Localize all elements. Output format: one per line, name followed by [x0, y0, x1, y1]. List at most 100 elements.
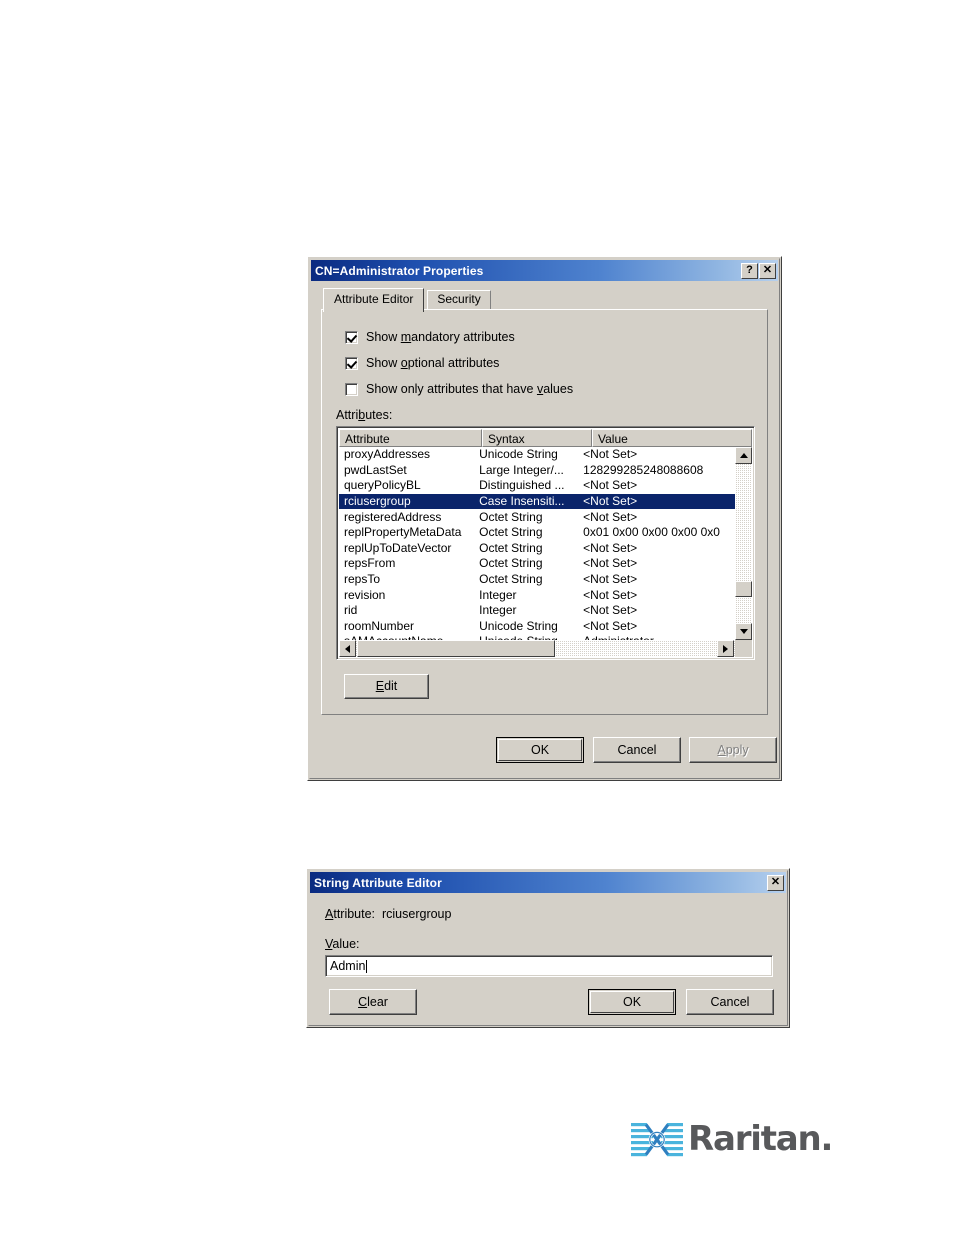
cell-attribute: rciusergroup [344, 494, 411, 509]
table-row[interactable]: pwdLastSet Large Integer/... 1282992852480… [339, 463, 735, 479]
checkbox-show-only-with-values[interactable]: Show only attributes that have values [345, 383, 573, 396]
cell-syntax: Integer [479, 587, 517, 602]
cell-attribute: repsFrom [344, 556, 396, 571]
cell-attribute: proxyAddresses [344, 447, 431, 462]
cell-attribute: roomNumber [344, 618, 415, 633]
string-attribute-editor-dialog: String Attribute Editor ✕ Attribute: rci… [306, 868, 790, 1028]
table-row[interactable]: registeredAddress Octet String <Not Set> [339, 509, 735, 525]
scroll-down-button[interactable] [735, 623, 752, 640]
table-row[interactable]: queryPolicyBL Distinguished ... <Not Set> [339, 478, 735, 494]
cell-value: 128299285248088608 [583, 462, 704, 477]
attribute-name-value: rciusergroup [381, 907, 452, 921]
cell-attribute: registeredAddress [344, 509, 442, 524]
cell-value: <Not Set> [583, 540, 638, 555]
cell-attribute: repsTo [344, 572, 381, 587]
properties-tabstrip: Attribute Editor Security [323, 287, 491, 312]
cell-syntax: Large Integer/... [479, 462, 564, 477]
attribute-name-label: Attribute: rciusergroup [325, 907, 452, 921]
cell-attribute: queryPolicyBL [344, 478, 421, 493]
attributes-listview[interactable]: Attribute Syntax Value proxyAddresses Uni… [336, 426, 755, 660]
cell-syntax: Integer [479, 603, 517, 618]
table-row[interactable]: repsTo Octet String <Not Set> [339, 572, 735, 588]
properties-titlebar[interactable]: CN=Administrator Properties ? ✕ [311, 260, 778, 281]
table-row[interactable]: rid Integer <Not Set> [339, 603, 735, 619]
raritan-wordmark: Raritan. [688, 1119, 833, 1159]
checkbox-label-optional: Show optional attributes [366, 356, 500, 371]
column-header-attribute[interactable]: Attribute [339, 429, 482, 447]
cell-attribute: revision [344, 587, 386, 602]
cell-syntax: Octet String [479, 509, 543, 524]
ok-button[interactable]: OK [496, 737, 584, 763]
close-icon[interactable]: ✕ [767, 874, 784, 891]
chevron-down-icon [739, 629, 748, 634]
table-row[interactable]: repsFrom Octet String <Not Set> [339, 556, 735, 572]
checkbox-label-only-with-values: Show only attributes that have values [366, 382, 574, 397]
text-caret [366, 959, 368, 973]
horizontal-scroll-thumb[interactable] [357, 640, 555, 657]
checkbox-show-mandatory[interactable]: Show mandatory attributes [345, 331, 515, 344]
apply-button[interactable]: Apply [689, 737, 777, 763]
checkbox-box-mandatory[interactable] [345, 331, 358, 344]
checkbox-box-optional[interactable] [345, 357, 358, 370]
cell-syntax: Unicode String [479, 447, 558, 462]
string-cancel-button[interactable]: Cancel [686, 989, 774, 1015]
checkbox-label-mandatory: Show mandatory attributes [366, 330, 515, 345]
cell-value: 0x01 0x00 0x00 0x00 0x0 [583, 525, 720, 540]
close-icon[interactable]: ✕ [759, 262, 776, 279]
cell-value: <Not Set> [583, 556, 638, 571]
listview-horizontal-scrollbar[interactable] [339, 640, 752, 657]
cancel-button[interactable]: Cancel [593, 737, 681, 763]
clear-button-label: Clear [358, 994, 388, 1009]
chevron-up-icon [739, 453, 748, 458]
cell-syntax: Octet String [479, 540, 543, 555]
string-editor-title-text: String Attribute Editor [314, 875, 442, 890]
chevron-left-icon [345, 644, 350, 653]
table-row[interactable]: rciusergroup Case Insensiti... <Not Set> [339, 493, 735, 510]
listview-vertical-scrollbar[interactable] [735, 447, 752, 640]
table-row[interactable]: replPropertyMetaData Octet String 0x01 0x0… [339, 525, 735, 541]
cell-value: <Not Set> [583, 587, 638, 602]
listview-rows-container: proxyAddresses Unicode String <Not Set> pwd… [339, 447, 735, 640]
table-row[interactable]: replUpToDateVector Octet String <Not Set> [339, 541, 735, 557]
cell-value: <Not Set> [583, 447, 638, 462]
attributes-label: Attributes: [336, 408, 393, 422]
value-input[interactable]: Admin [325, 955, 773, 977]
tab-security[interactable]: Security [427, 289, 491, 310]
cell-value: <Not Set> [583, 572, 638, 587]
cell-attribute: rid [344, 603, 358, 618]
cell-syntax: Octet String [479, 556, 543, 571]
raritan-logo: Raritan. [631, 1117, 833, 1161]
help-icon[interactable]: ? [741, 262, 758, 279]
listview-header-row: Attribute Syntax Value [339, 429, 752, 447]
table-row[interactable]: proxyAddresses Unicode String <Not Set> [339, 447, 735, 463]
edit-button[interactable]: Edit [344, 674, 429, 699]
cell-value: <Not Set> [583, 603, 638, 618]
chevron-right-icon [723, 644, 728, 653]
column-header-syntax[interactable]: Syntax [482, 429, 592, 447]
scroll-left-button[interactable] [339, 640, 356, 657]
cell-syntax: Octet String [479, 525, 543, 540]
raritan-mark-icon [631, 1123, 683, 1157]
cell-value: <Not Set> [583, 494, 638, 509]
vertical-scroll-thumb[interactable] [735, 581, 752, 597]
cancel-button-label: Cancel [617, 742, 657, 757]
checkbox-box-only-with-values[interactable] [345, 383, 358, 396]
string-editor-titlebar[interactable]: String Attribute Editor ✕ [310, 872, 786, 893]
scroll-up-button[interactable] [735, 447, 752, 464]
cell-attribute: pwdLastSet [344, 462, 407, 477]
value-label: Value: [325, 937, 360, 951]
table-row[interactable]: roomNumber Unicode String <Not Set> [339, 619, 735, 635]
cell-attribute: replUpToDateVector [344, 540, 452, 555]
tab-attribute-editor[interactable]: Attribute Editor [323, 287, 425, 312]
string-ok-button[interactable]: OK [588, 989, 676, 1015]
column-header-value[interactable]: Value [592, 429, 752, 447]
cell-value: <Not Set> [583, 618, 638, 633]
clear-button[interactable]: Clear [329, 989, 417, 1015]
table-row[interactable]: revision Integer <Not Set> [339, 587, 735, 603]
scroll-right-button[interactable] [717, 640, 734, 657]
cell-syntax: Distinguished ... [479, 478, 565, 493]
cell-syntax: Case Insensiti... [479, 494, 565, 509]
checkbox-show-optional[interactable]: Show optional attributes [345, 357, 499, 370]
ok-button-label: OK [530, 742, 550, 757]
scrollbar-corner [735, 640, 752, 657]
